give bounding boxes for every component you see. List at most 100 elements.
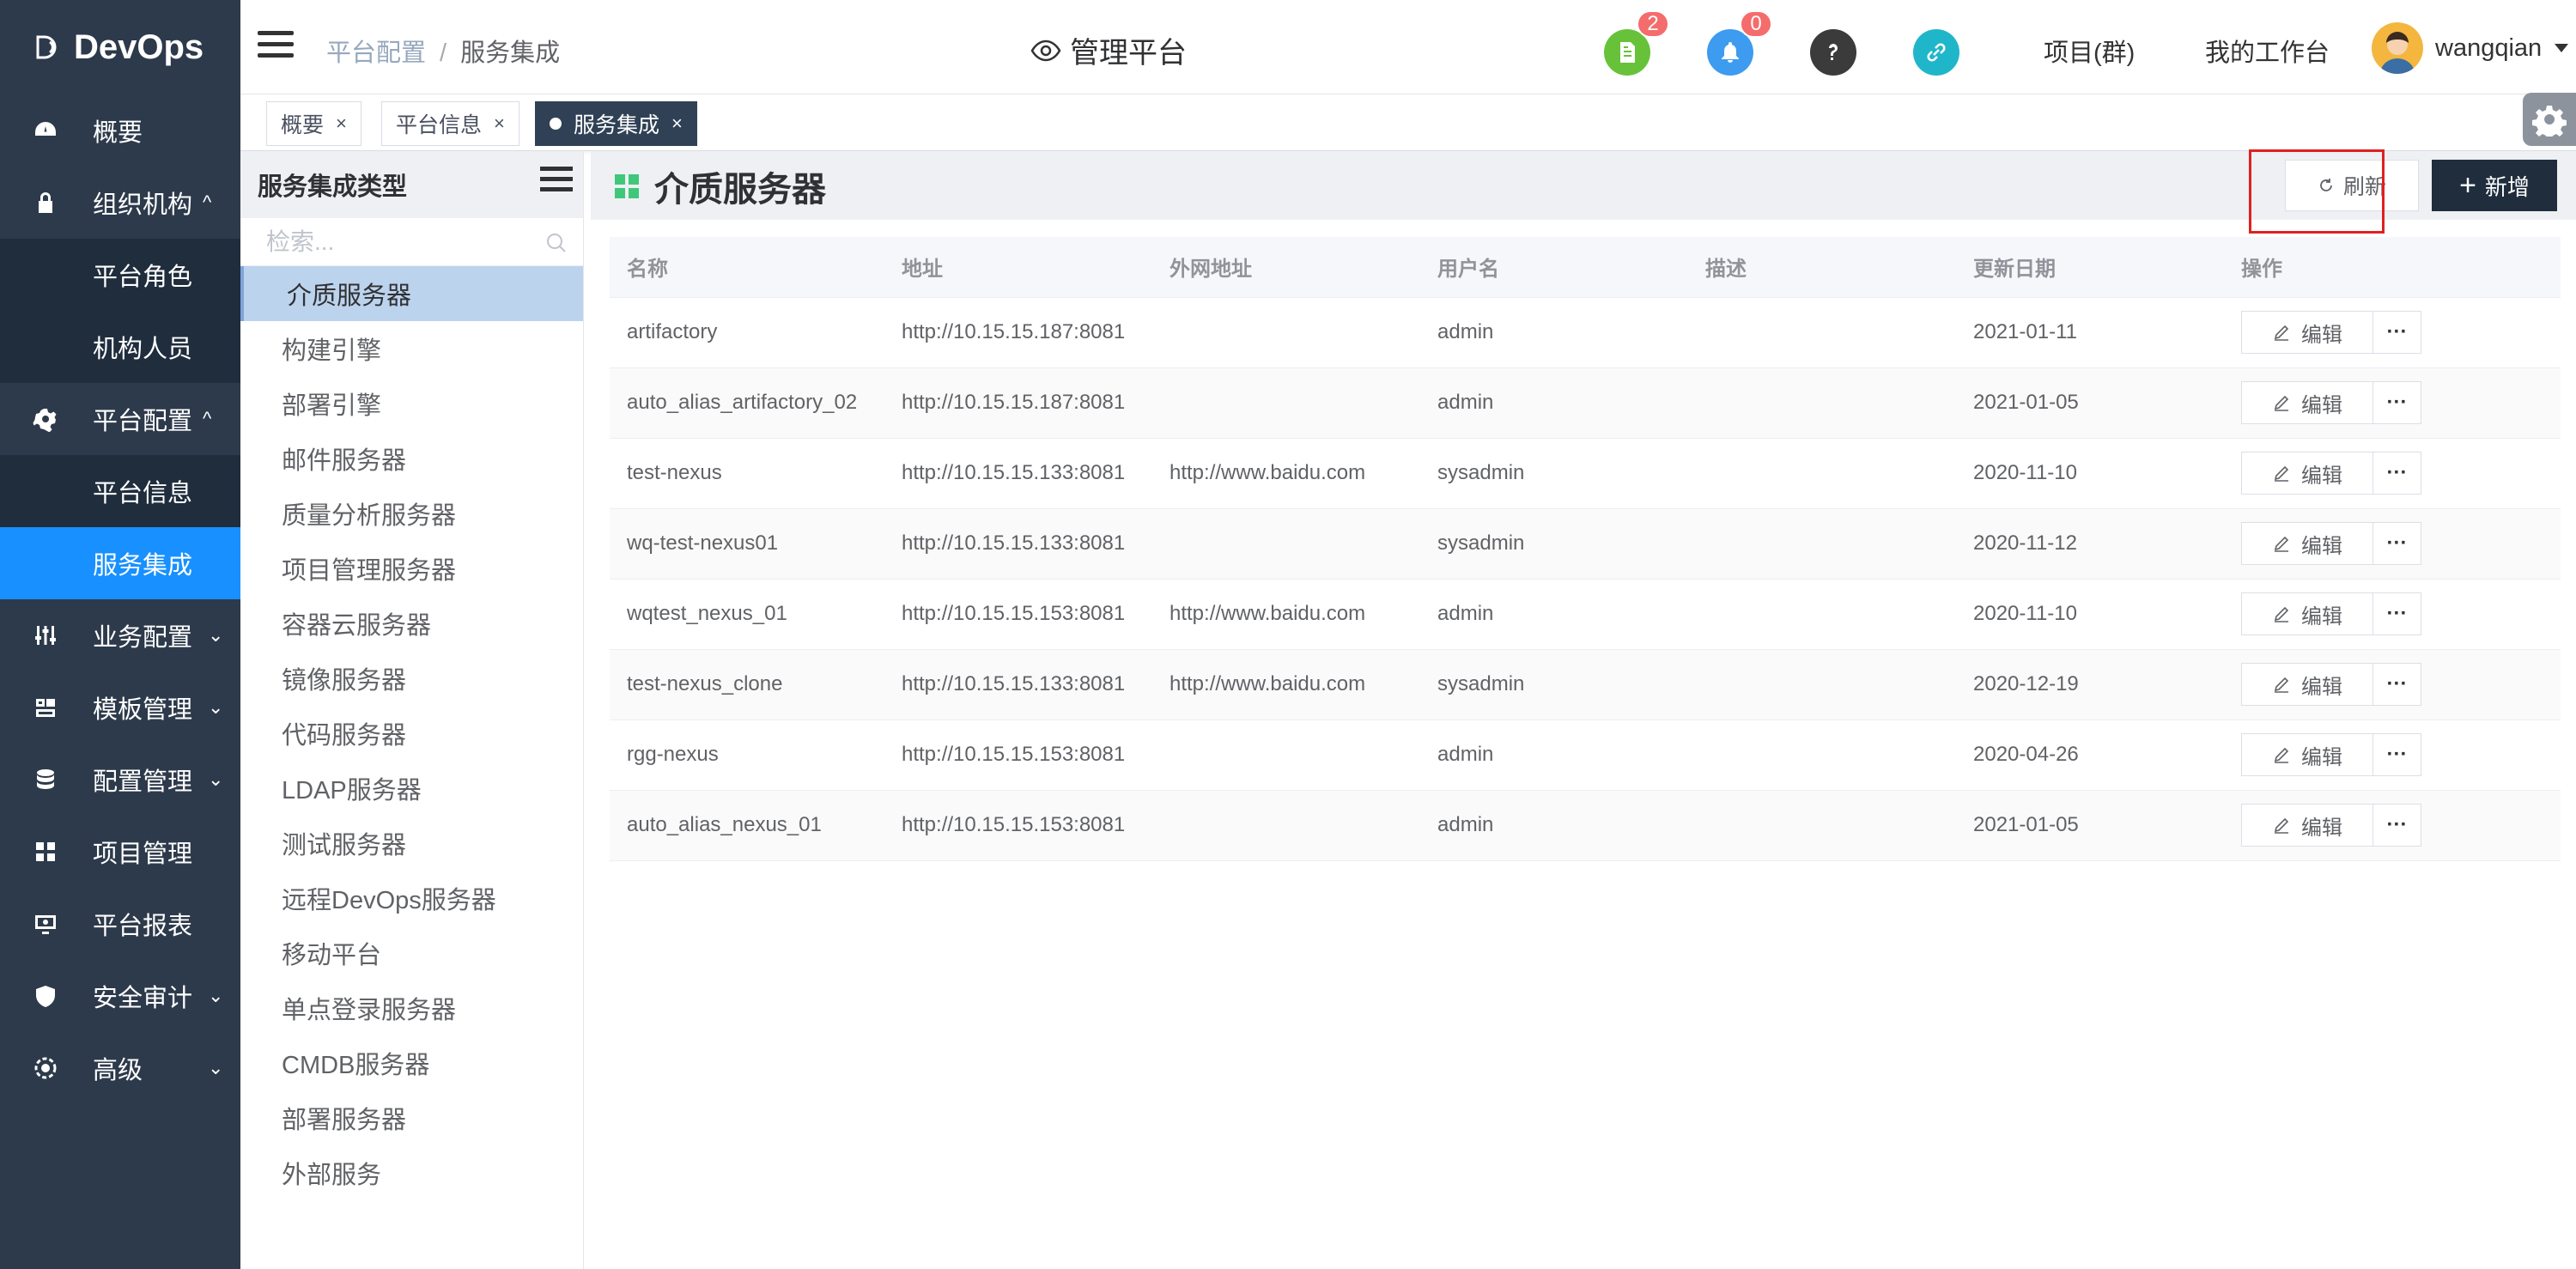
notes-button[interactable]: 2 — [1604, 10, 1669, 76]
more-actions-button[interactable]: ··· — [2373, 452, 2421, 495]
column-header[interactable]: 名称 — [610, 237, 884, 298]
sidebar-item-security-audit[interactable]: 安全审计 ⌄ — [0, 960, 240, 1032]
column-header[interactable]: 更新日期 — [1956, 237, 2224, 298]
category-item-sso-server[interactable]: 单点登录服务器 — [240, 981, 583, 1035]
hamburger-menu-icon[interactable] — [258, 31, 294, 62]
notifications-button[interactable]: 0 — [1707, 10, 1772, 76]
edit-button[interactable]: 编辑 — [2241, 663, 2373, 706]
column-header: 操作 — [2224, 237, 2561, 298]
edit-button[interactable]: 编辑 — [2241, 592, 2373, 635]
category-item-pm-server[interactable]: 项目管理服务器 — [240, 541, 583, 596]
close-icon[interactable]: × — [494, 112, 505, 135]
more-actions-button[interactable]: ··· — [2373, 592, 2421, 635]
tag-overview[interactable]: 概要 × — [266, 101, 361, 146]
category-item-external-service[interactable]: 外部服务 — [240, 1145, 583, 1200]
sidebar-item-template-management[interactable]: 模板管理 ⌄ — [0, 671, 240, 744]
category-item-mail-server[interactable]: 邮件服务器 — [240, 431, 583, 486]
column-header[interactable]: 地址 — [884, 237, 1152, 298]
cell-update-date: 2020-04-26 — [1956, 720, 2224, 791]
table-header-row: 名称 地址 外网地址 用户名 描述 更新日期 操作 — [610, 237, 2561, 298]
cell-username: admin — [1420, 720, 1688, 791]
sidebar-item-label: 安全审计 — [93, 985, 193, 1012]
cell-username: admin — [1420, 790, 1688, 861]
more-actions-button[interactable]: ··· — [2373, 804, 2421, 847]
table-row[interactable]: auto_alias_nexus_01 http://10.15.15.153:8… — [610, 790, 2561, 861]
my-workbench-link[interactable]: 我的工作台 — [2205, 33, 2330, 69]
app-logo[interactable]: DevOps — [0, 0, 240, 94]
link-button[interactable] — [1913, 29, 1959, 76]
sidebar-item-service-integration[interactable]: 服务集成 — [0, 527, 240, 599]
more-actions-button[interactable]: ··· — [2373, 733, 2421, 776]
edit-button[interactable]: 编辑 — [2241, 733, 2373, 776]
category-item-image-server[interactable]: 镜像服务器 — [240, 651, 583, 706]
table-row[interactable]: wqtest_nexus_01 http://10.15.15.153:8081 h… — [610, 579, 2561, 650]
close-icon[interactable]: × — [671, 112, 683, 135]
sidebar-item-platform-reports[interactable]: 平台报表 — [0, 888, 240, 960]
category-item-ldap-server[interactable]: LDAP服务器 — [240, 761, 583, 816]
cell-name: test-nexus — [610, 438, 884, 509]
search-icon[interactable] — [545, 232, 568, 254]
category-item-quality-server[interactable]: 质量分析服务器 — [240, 486, 583, 541]
breadcrumb-item[interactable]: 平台配置 — [326, 39, 426, 67]
edit-button[interactable]: 编辑 — [2241, 522, 2373, 565]
column-header[interactable]: 用户名 — [1420, 237, 1688, 298]
category-item-deployment-server[interactable]: 部署服务器 — [240, 1090, 583, 1145]
table-row[interactable]: artifactory http://10.15.15.187:8081 admin… — [610, 297, 2561, 368]
add-button[interactable]: + 新增 — [2432, 160, 2557, 211]
refresh-button[interactable]: 刷新 — [2285, 160, 2419, 211]
sidebar-item-platform-config[interactable]: 平台配置 ^ — [0, 383, 240, 455]
chevron-down-icon: ⌄ — [208, 696, 224, 718]
grid-icon — [615, 174, 639, 198]
table-row[interactable]: test-nexus_clone http://10.15.15.133:8081… — [610, 649, 2561, 720]
sidebar-item-advanced[interactable]: 高级 ⌄ — [0, 1032, 240, 1104]
more-actions-button[interactable]: ··· — [2373, 381, 2421, 424]
category-item-container-cloud[interactable]: 容器云服务器 — [240, 596, 583, 651]
category-item-code-server[interactable]: 代码服务器 — [240, 706, 583, 761]
sidebar-item-overview[interactable]: 概要 — [0, 94, 240, 167]
table-row[interactable]: test-nexus http://10.15.15.133:8081 http:/… — [610, 438, 2561, 509]
column-header[interactable]: 描述 — [1688, 237, 1956, 298]
table-row[interactable]: rgg-nexus http://10.15.15.153:8081 admin 20… — [610, 720, 2561, 791]
tag-platform-info[interactable]: 平台信息 × — [381, 101, 519, 146]
table-row[interactable]: auto_alias_artifactory_02 http://10.15.15… — [610, 367, 2561, 439]
projects-link[interactable]: 项目(群) — [2044, 33, 2135, 69]
edit-label: 编辑 — [2301, 393, 2342, 417]
edit-button[interactable]: 编辑 — [2241, 452, 2373, 495]
devops-logo-icon — [36, 35, 57, 59]
user-menu[interactable]: wangqian — [2372, 22, 2569, 74]
help-button[interactable] — [1810, 29, 1856, 76]
sidebar-item-config-management[interactable]: 配置管理 ⌄ — [0, 744, 240, 816]
tag-service-integration[interactable]: 服务集成 × — [535, 101, 697, 146]
sidebar-item-label: 概要 — [93, 119, 143, 147]
sidebar-item-platform-roles[interactable]: 平台角色 — [0, 239, 240, 311]
category-item-test-server[interactable]: 测试服务器 — [240, 816, 583, 871]
settings-drawer-button[interactable] — [2523, 93, 2576, 146]
category-item-cmdb-server[interactable]: CMDB服务器 — [240, 1035, 583, 1090]
table-row[interactable]: wq-test-nexus01 http://10.15.15.133:8081 s… — [610, 508, 2561, 580]
edit-label: 编辑 — [2301, 323, 2342, 347]
list-menu-icon[interactable] — [540, 167, 573, 197]
edit-button[interactable]: 编辑 — [2241, 381, 2373, 424]
category-item-deploy-engine[interactable]: 部署引擎 — [240, 376, 583, 431]
close-icon[interactable]: × — [336, 112, 347, 135]
category-item-media-server[interactable]: 介质服务器 — [240, 266, 583, 321]
edit-button[interactable]: 编辑 — [2241, 311, 2373, 354]
more-actions-button[interactable]: ··· — [2373, 663, 2421, 706]
platform-title[interactable]: 管理平台 — [1030, 29, 1187, 71]
edit-icon — [2274, 465, 2289, 482]
cell-external-address: http://www.baidu.com — [1152, 579, 1420, 650]
edit-icon — [2274, 606, 2289, 622]
sidebar-item-platform-info[interactable]: 平台信息 — [0, 455, 240, 527]
sidebar-item-business-config[interactable]: 业务配置 ⌄ — [0, 599, 240, 671]
sidebar-item-project-management[interactable]: 项目管理 — [0, 816, 240, 888]
column-header[interactable]: 外网地址 — [1152, 237, 1420, 298]
category-item-build-engine[interactable]: 构建引擎 — [240, 321, 583, 376]
edit-button[interactable]: 编辑 — [2241, 804, 2373, 847]
more-actions-button[interactable]: ··· — [2373, 522, 2421, 565]
category-search-input[interactable] — [266, 228, 541, 256]
category-item-mobile-platform[interactable]: 移动平台 — [240, 926, 583, 981]
sidebar-item-organization[interactable]: 组织机构 ^ — [0, 167, 240, 239]
category-item-remote-devops[interactable]: 远程DevOps服务器 — [240, 871, 583, 926]
more-actions-button[interactable]: ··· — [2373, 311, 2421, 354]
sidebar-item-org-members[interactable]: 机构人员 — [0, 311, 240, 383]
